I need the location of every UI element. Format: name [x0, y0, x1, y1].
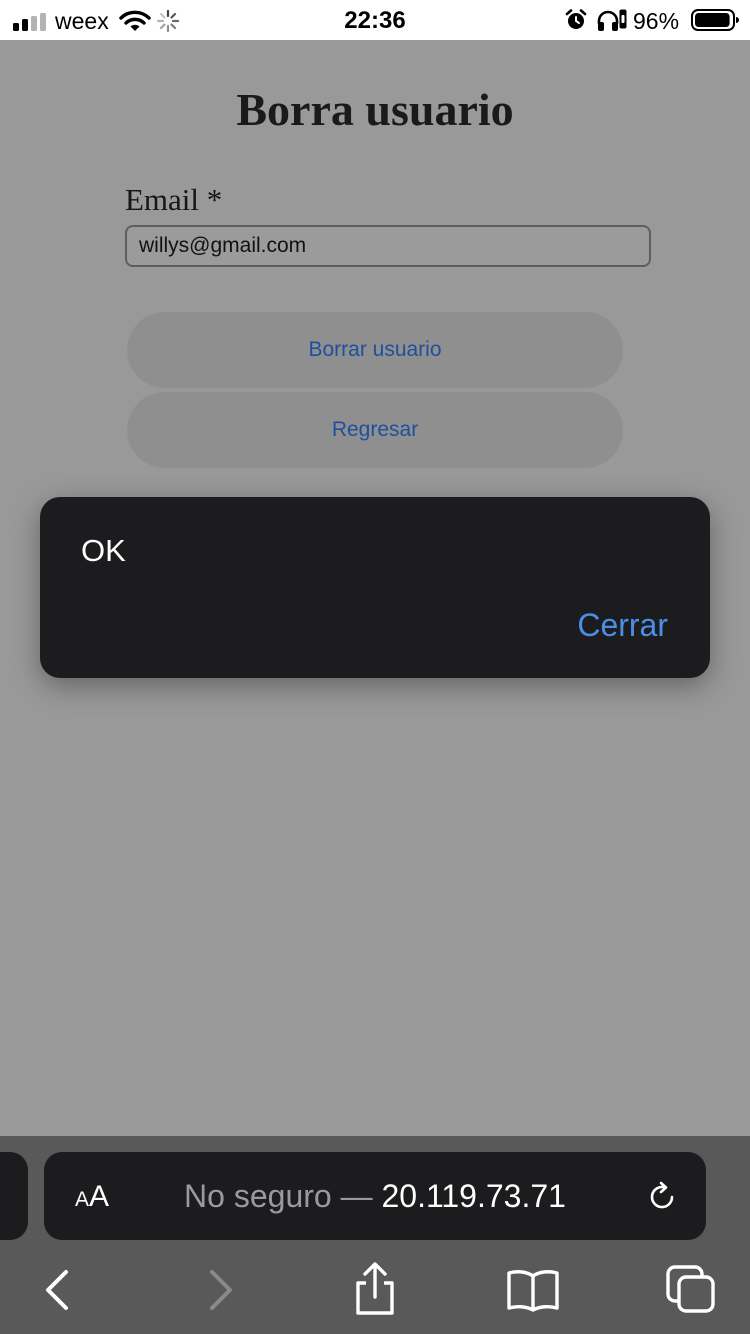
battery-percent: 96% [633, 8, 680, 34]
alert-dialog: OK Cerrar [40, 497, 710, 678]
security-label: No seguro [184, 1178, 332, 1214]
url-display[interactable]: No seguro — 20.119.73.71 [44, 1178, 706, 1214]
status-bar: weex 22:36 96% [0, 0, 750, 40]
delete-user-button[interactable]: Borrar usuario [127, 312, 623, 388]
page-title: Borra usuario [236, 84, 514, 135]
battery-icon [691, 9, 739, 31]
previous-tab-peek[interactable] [0, 1152, 28, 1240]
browser-toolbar: AA No seguro — 20.119.73.71 [0, 1136, 750, 1334]
email-field[interactable]: willys@gmail.com [125, 225, 651, 267]
url-host: 20.119.73.71 [381, 1178, 566, 1214]
rotation-lock-icon [619, 9, 627, 29]
dialog-message: OK [81, 533, 126, 568]
headphones-icon [597, 10, 619, 31]
bookmarks-icon[interactable] [506, 1268, 560, 1312]
email-label: Email * [125, 182, 223, 217]
url-separator: — [340, 1178, 373, 1214]
share-icon[interactable] [352, 1261, 398, 1317]
close-dialog-button[interactable]: Cerrar [577, 607, 668, 643]
back-icon[interactable] [40, 1267, 76, 1313]
forward-icon[interactable] [202, 1267, 238, 1313]
address-bar[interactable]: AA No seguro — 20.119.73.71 [44, 1152, 706, 1240]
back-button[interactable]: Regresar [127, 392, 623, 468]
tabs-icon[interactable] [665, 1264, 717, 1314]
reload-icon[interactable] [645, 1180, 679, 1214]
alarm-icon [565, 9, 587, 29]
